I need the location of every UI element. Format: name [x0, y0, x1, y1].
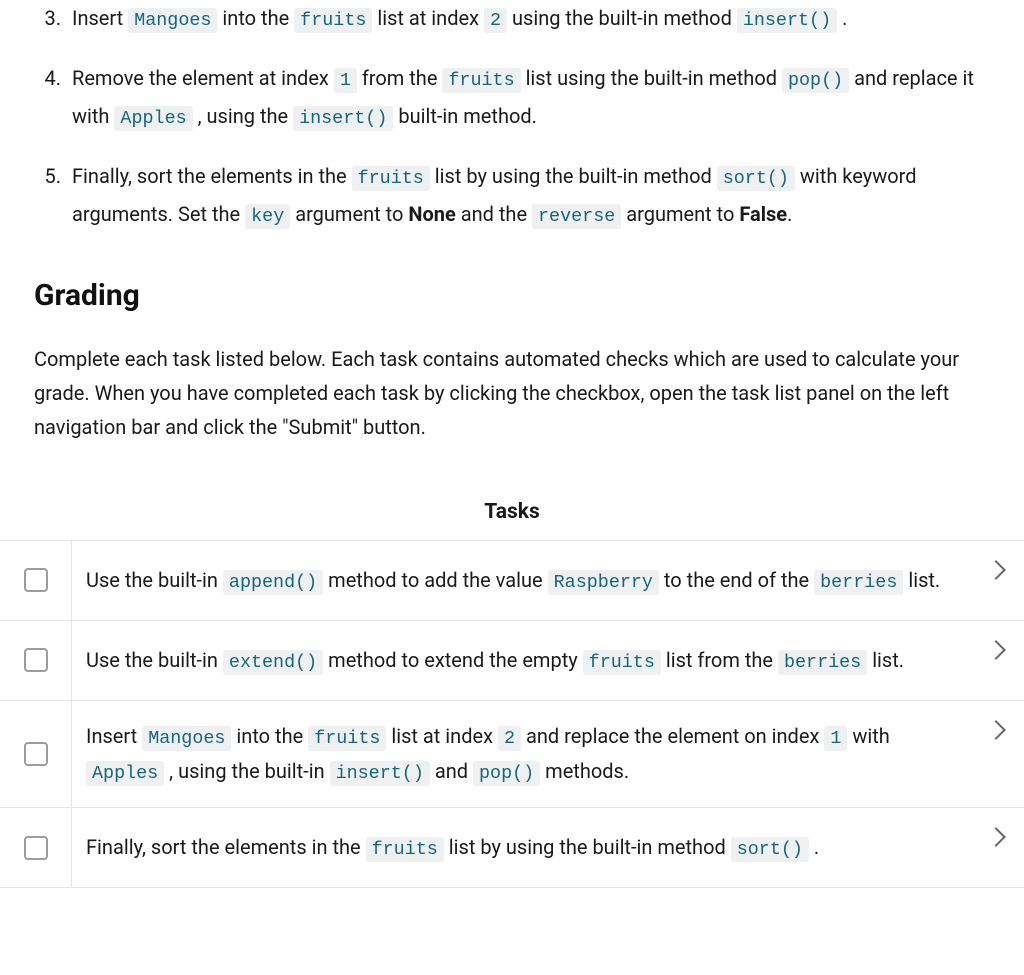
inline-code: 1: [334, 68, 357, 93]
instruction-item: Remove the element at index 1 from the f…: [66, 60, 990, 136]
inline-code: insert(): [293, 106, 393, 131]
chevron-right-icon: [986, 640, 1006, 660]
grading-description: Complete each task listed below. Each ta…: [34, 342, 990, 444]
bold-text: None: [408, 202, 455, 226]
task-row: Finally, sort the elements in the fruits…: [0, 808, 1024, 888]
inline-code: Raspberry: [548, 570, 659, 595]
inline-code: pop(): [782, 68, 849, 93]
inline-code: 2: [498, 726, 521, 751]
inline-code: Mangoes: [128, 8, 217, 33]
task-checkbox[interactable]: [24, 648, 48, 672]
task-row: Use the built-in extend() method to exte…: [0, 621, 1024, 701]
chevron-right-icon: [986, 720, 1006, 740]
task-check-cell: [0, 701, 72, 808]
task-row: Use the built-in append() method to add …: [0, 541, 1024, 621]
inline-code: berries: [778, 650, 867, 675]
task-body: Insert Mangoes into the fruits list at i…: [72, 701, 968, 808]
inline-code: extend(): [223, 650, 323, 675]
inline-code: insert(): [737, 8, 837, 33]
inline-code: fruits: [583, 650, 661, 675]
inline-code: key: [245, 204, 290, 229]
task-checkbox[interactable]: [24, 742, 48, 766]
task-check-cell: [0, 808, 72, 887]
inline-code: append(): [223, 570, 323, 595]
inline-code: reverse: [532, 204, 621, 229]
instruction-list: Insert Mangoes into the fruits list at i…: [34, 0, 990, 234]
task-expand-button[interactable]: [968, 701, 1024, 808]
inline-code: fruits: [366, 837, 444, 862]
task-expand-button[interactable]: [968, 808, 1024, 887]
inline-code: sort(): [717, 166, 795, 191]
task-body: Use the built-in append() method to add …: [72, 541, 968, 620]
inline-code: pop(): [473, 761, 540, 786]
task-checkbox[interactable]: [24, 568, 48, 592]
task-row: Insert Mangoes into the fruits list at i…: [0, 701, 1024, 809]
task-text: Use the built-in append() method to add …: [86, 563, 940, 598]
task-expand-button[interactable]: [968, 621, 1024, 700]
chevron-right-icon: [986, 560, 1006, 580]
inline-code: fruits: [442, 68, 520, 93]
task-text: Finally, sort the elements in the fruits…: [86, 830, 819, 865]
inline-code: 2: [484, 8, 507, 33]
inline-code: fruits: [294, 8, 372, 33]
task-body: Finally, sort the elements in the fruits…: [72, 808, 968, 887]
tasks-list: Use the built-in append() method to add …: [0, 540, 1024, 889]
inline-code: fruits: [308, 726, 386, 751]
inline-code: fruits: [352, 166, 430, 191]
inline-code: Apples: [86, 761, 164, 786]
inline-code: sort(): [731, 837, 809, 862]
inline-code: 1: [824, 726, 847, 751]
inline-code: berries: [814, 570, 903, 595]
grading-heading: Grading: [34, 272, 990, 320]
task-body: Use the built-in extend() method to exte…: [72, 621, 968, 700]
task-expand-button[interactable]: [968, 541, 1024, 620]
chevron-right-icon: [986, 827, 1006, 847]
task-check-cell: [0, 541, 72, 620]
tasks-heading: Tasks: [0, 482, 1024, 540]
task-check-cell: [0, 621, 72, 700]
instruction-item: Insert Mangoes into the fruits list at i…: [66, 0, 990, 38]
task-checkbox[interactable]: [24, 836, 48, 860]
task-text: Insert Mangoes into the fruits list at i…: [86, 719, 954, 790]
bold-text: False: [739, 202, 787, 226]
instruction-item: Finally, sort the elements in the fruits…: [66, 158, 990, 234]
task-text: Use the built-in extend() method to exte…: [86, 643, 904, 678]
inline-code: Mangoes: [142, 726, 231, 751]
inline-code: Apples: [114, 106, 192, 131]
inline-code: insert(): [330, 761, 430, 786]
